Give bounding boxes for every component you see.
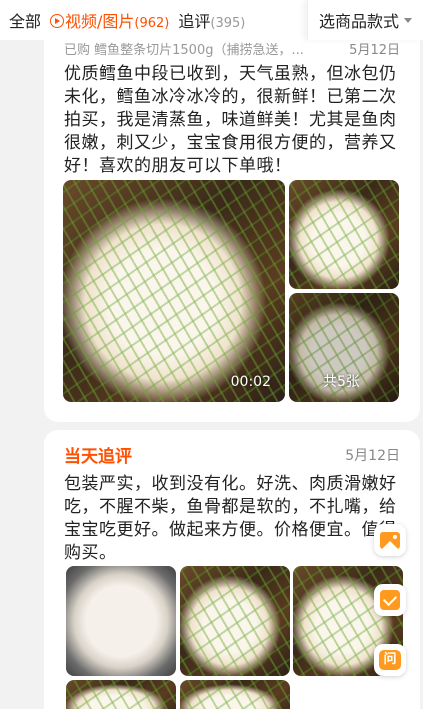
followup-photo[interactable] — [180, 566, 290, 676]
review-page: 全部 视频/图片(962) 追评(395) 选商品款式 已购 鳕鱼整条切片150… — [0, 0, 423, 709]
followup-photo[interactable] — [66, 680, 176, 709]
filter-bar: 全部 视频/图片(962) 追评(395) 选商品款式 — [0, 0, 423, 40]
sku-select-dropdown[interactable]: 选商品款式 — [307, 0, 423, 40]
review-card: 当天追评 5月12日 包装严实，收到没有化。好洗、肉质滑嫩好吃，不腥不柴，鱼骨都… — [44, 430, 420, 709]
review-photo[interactable] — [289, 180, 399, 289]
filter-followup-label: 追评 — [178, 12, 211, 31]
review-meta: 已购 鳕鱼整条切片1500g（捕捞急送，... 5月12日 — [64, 38, 400, 58]
followup-tag: 当天追评 — [64, 447, 132, 467]
filter-followup[interactable]: 追评(395) — [169, 8, 245, 32]
filter-media-label: 视频/图片 — [65, 12, 135, 31]
filter-followup-count: (395) — [210, 16, 246, 31]
float-image-button[interactable] — [374, 524, 406, 556]
review-text: 优质鳕鱼中段已收到，天气虽熟，但冰包仍未化，鳕鱼冰冷冰冷的，很新鲜！已第二次拍买… — [64, 64, 397, 176]
photo-count-label: 共5张 — [323, 374, 360, 390]
purchased-sku: 已购 鳕鱼整条切片1500g（捕捞急送，... — [64, 42, 304, 58]
filter-media-count: (962) — [134, 16, 170, 31]
image-icon — [380, 531, 400, 549]
review-card: 已购 鳕鱼整条切片1500g（捕捞急送，... 5月12日 优质鳕鱼中段已收到，… — [44, 30, 420, 422]
caret-down-icon — [404, 17, 412, 23]
sku-select-label: 选商品款式 — [318, 12, 399, 31]
filter-all[interactable]: 全部 — [0, 8, 41, 32]
float-ask-button[interactable]: 问 — [374, 644, 406, 676]
float-check-button[interactable] — [374, 584, 406, 616]
video-duration: 00:02 — [230, 374, 271, 390]
checkbox-icon — [380, 590, 400, 610]
filter-media[interactable]: 视频/图片(962) — [41, 8, 169, 32]
followup-header: 当天追评 5月12日 — [64, 442, 400, 467]
review-video-thumbnail[interactable]: 00:02 — [63, 180, 285, 402]
play-circle-icon — [50, 14, 65, 28]
ask-icon: 问 — [379, 650, 401, 670]
followup-text: 包装严实，收到没有化。好洗、肉质滑嫩好吃，不腥不柴，鱼骨都是软的，不扎嘴，给宝宝… — [64, 474, 397, 563]
review-photo-more[interactable]: 共5张 — [289, 293, 399, 402]
followup-date: 5月12日 — [345, 447, 400, 464]
review-date: 5月12日 — [349, 42, 400, 58]
followup-photo[interactable] — [66, 566, 176, 676]
followup-photo[interactable] — [180, 680, 290, 709]
